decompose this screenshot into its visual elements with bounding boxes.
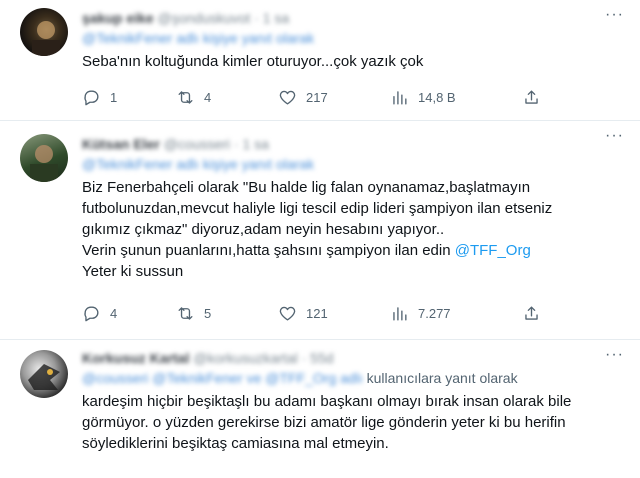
share-button[interactable] (522, 301, 541, 325)
reply-count: 4 (110, 305, 118, 321)
tweet-header: şakup eike @şonduskuvot · 1 sa (82, 8, 630, 28)
author-name[interactable]: Kütsan Eler (82, 136, 160, 152)
author-handle[interactable]: @cousseri · 1 sa (164, 136, 269, 152)
views-button[interactable]: 14,8 B (390, 85, 456, 109)
retweet-icon (178, 306, 193, 320)
tweet-text-part: Seba'nın koltuğunda kimler oturuyor...ço… (82, 53, 424, 70)
avatar[interactable] (20, 350, 68, 398)
author-handle[interactable]: @korkusuzkartal · 55d (193, 350, 333, 366)
tweet-text: Biz Fenerbahçeli olarak "Bu halde lig fa… (82, 177, 630, 282)
retweet-button[interactable]: 5 (176, 301, 211, 325)
replying-to: @cousseri @TeknikFener ve @TFF_Org adlı … (82, 368, 630, 388)
avatar-image (28, 364, 60, 390)
view-count: 7.277 (418, 305, 451, 321)
reply-icon (84, 89, 99, 105)
share-icon (525, 89, 538, 104)
avatar[interactable] (20, 134, 68, 182)
tweet-3[interactable]: ··· Korkusuz Kartal @korkusuzkartal · 55… (0, 340, 640, 478)
tweet-feed: ··· şakup eike @şonduskuvot · 1 sa @Tekn… (0, 0, 640, 478)
like-count: 121 (306, 305, 328, 321)
replying-suffix: adlı kişiye yanıt olarak (172, 156, 315, 172)
like-icon (279, 90, 296, 105)
tweet-text-part: kardeşim hiçbir beşiktaşlı bu adamı başk… (82, 393, 572, 452)
reply-button[interactable]: 4 (82, 301, 117, 325)
views-button[interactable]: 7.277 (390, 301, 451, 325)
views-icon (393, 306, 407, 321)
replying-to: @TeknikFener adlı kişiye yanıt olarak (82, 154, 630, 174)
tweet-1[interactable]: ··· şakup eike @şonduskuvot · 1 sa @Tekn… (0, 0, 640, 120)
avatar-image (32, 21, 60, 56)
avatar[interactable] (20, 8, 68, 56)
tweet-text: Seba'nın koltuğunda kimler oturuyor...ço… (82, 51, 630, 72)
share-icon (525, 305, 538, 320)
tweet-text: kardeşim hiçbir beşiktaşlı bu adamı başk… (82, 391, 630, 454)
like-count: 217 (306, 89, 328, 105)
tweet-2[interactable]: ··· Kütsan Eler @cousseri · 1 sa @Teknik… (0, 121, 640, 339)
retweet-icon (178, 90, 193, 104)
reply-button[interactable]: 1 (82, 85, 117, 109)
author-handle[interactable]: @şonduskuvot · 1 sa (158, 10, 290, 26)
action-bar: 4 5 121 7.277 (82, 301, 562, 325)
retweet-count: 4 (204, 89, 212, 105)
replying-to: @TeknikFener adlı kişiye yanıt olarak (82, 28, 630, 48)
replying-suffix: kullanıcılara yanıt olarak (362, 370, 518, 386)
author-name[interactable]: Korkusuz Kartal (82, 350, 189, 366)
replying-handle[interactable]: @cousseri @TeknikFener ve @TFF_Org adlı (82, 370, 363, 386)
mention-link[interactable]: @TFF_Org (455, 242, 531, 259)
tweet-text-after: Yeter ki sussun (82, 263, 184, 280)
replying-handle[interactable]: @TeknikFener (82, 30, 172, 46)
tweet-header: Korkusuz Kartal @korkusuzkartal · 55d (82, 348, 630, 368)
avatar-image (30, 145, 58, 182)
view-count: 14,8 B (418, 89, 456, 105)
action-bar: 1 4 217 14,8 B (82, 85, 562, 109)
share-button[interactable] (522, 85, 541, 109)
like-button[interactable]: 217 (278, 85, 328, 109)
tweet-header: Kütsan Eler @cousseri · 1 sa (82, 134, 630, 154)
retweet-count: 5 (204, 305, 212, 321)
replying-suffix: adlı kişiye yanıt olarak (172, 30, 315, 46)
replying-handle[interactable]: @TeknikFener (82, 156, 172, 172)
reply-icon (84, 305, 99, 321)
reply-count: 1 (110, 89, 118, 105)
author-name[interactable]: şakup eike (82, 10, 154, 26)
views-icon (393, 90, 407, 105)
like-button[interactable]: 121 (278, 301, 328, 325)
like-icon (279, 306, 296, 321)
retweet-button[interactable]: 4 (176, 85, 211, 109)
